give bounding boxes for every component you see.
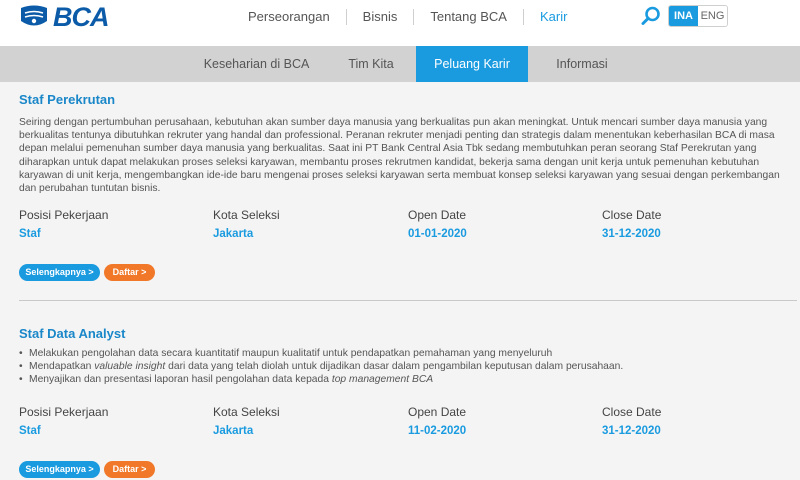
open-date-label: Open Date <box>408 405 467 419</box>
job-card: Staf Data Analyst Melakukan pengolahan d… <box>19 326 781 478</box>
close-date-value: 31-12-2020 <box>602 228 661 240</box>
close-date-label: Close Date <box>602 208 662 222</box>
list-item: Menyajikan dan presentasi laporan hasil … <box>19 373 781 386</box>
close-date-value: 31-12-2020 <box>602 425 661 437</box>
position-label: Posisi Pekerjaan <box>19 208 109 222</box>
emphasis-text: valuable insight <box>94 361 166 373</box>
close-date-label: Close Date <box>602 405 662 419</box>
job-actions: Selengkapnya > Daftar > <box>19 461 159 478</box>
lang-eng-button[interactable]: ENG <box>698 6 727 26</box>
logo-text: BCA <box>53 1 109 32</box>
job-listing: Staf Perekrutan Seiring dengan pertumbuh… <box>0 82 800 480</box>
tab-tim-kita[interactable]: Tim Kita <box>330 46 412 82</box>
lang-ina-button[interactable]: INA <box>669 6 698 26</box>
selengkapnya-button[interactable]: Selengkapnya > <box>19 461 100 478</box>
job-responsibilities: Melakukan pengolahan data secara kuantit… <box>19 347 781 387</box>
city-label: Kota Seleksi <box>213 208 280 222</box>
job-meta: Posisi Pekerjaan Staf Kota Seleksi Jakar… <box>19 405 781 439</box>
job-card: Staf Perekrutan Seiring dengan pertumbuh… <box>19 92 781 281</box>
position-label: Posisi Pekerjaan <box>19 405 109 419</box>
nav-item-bisnis[interactable]: Bisnis <box>347 9 415 25</box>
main-nav: Perseorangan Bisnis Tentang BCA Karir <box>232 9 583 25</box>
list-item: Melakukan pengolahan data secara kuantit… <box>19 347 781 360</box>
bca-logo-icon <box>21 5 47 26</box>
open-date-value: 11-02-2020 <box>408 425 467 437</box>
city-label: Kota Seleksi <box>213 405 280 419</box>
bca-logo[interactable]: BCA <box>18 1 109 32</box>
job-title: Staf Perekrutan <box>19 92 116 107</box>
open-date-label: Open Date <box>408 208 467 222</box>
job-description: Seiring dengan pertumbuhan perusahaan, k… <box>19 117 780 195</box>
job-actions: Selengkapnya > Daftar > <box>19 264 159 281</box>
language-switcher: INA ENG <box>668 5 728 27</box>
nav-item-tentang-bca[interactable]: Tentang BCA <box>414 9 524 25</box>
city-value: Jakarta <box>213 228 254 240</box>
search-icon[interactable] <box>640 5 662 27</box>
tab-informasi[interactable]: Informasi <box>536 46 628 82</box>
city-value: Jakarta <box>213 425 254 437</box>
position-value: Staf <box>19 425 41 437</box>
job-title: Staf Data Analyst <box>19 326 126 341</box>
selengkapnya-button[interactable]: Selengkapnya > <box>19 264 100 281</box>
list-item: Mendapatkan valuable insight dari data y… <box>19 360 781 373</box>
daftar-button[interactable]: Daftar > <box>104 264 155 281</box>
position-value: Staf <box>19 228 41 240</box>
emphasis-text: top management BCA <box>331 374 434 386</box>
job-meta: Posisi Pekerjaan Staf Kota Seleksi Jakar… <box>19 208 781 242</box>
nav-item-perseorangan[interactable]: Perseorangan <box>232 9 347 25</box>
nav-item-karir[interactable]: Karir <box>524 9 583 25</box>
tab-keseharian[interactable]: Keseharian di BCA <box>194 46 319 82</box>
job-divider <box>19 300 797 301</box>
open-date-value: 01-01-2020 <box>408 228 467 240</box>
tab-peluang-karir[interactable]: Peluang Karir <box>416 46 528 82</box>
top-header: BCA Perseorangan Bisnis Tentang BCA Kari… <box>0 0 800 46</box>
daftar-button[interactable]: Daftar > <box>104 461 155 478</box>
karir-subnav: Keseharian di BCA Tim Kita Peluang Karir… <box>0 46 800 82</box>
